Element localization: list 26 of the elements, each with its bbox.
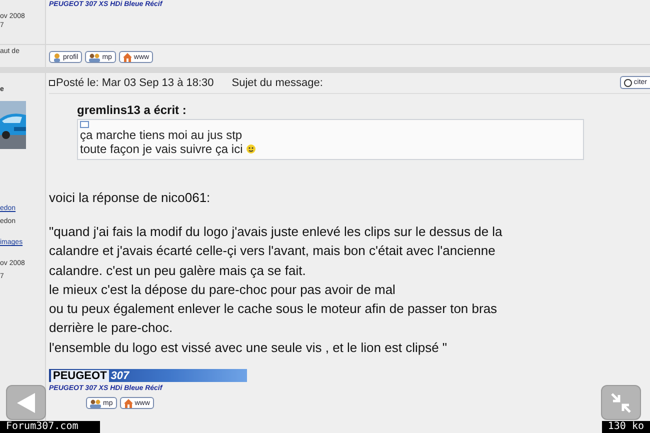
shrink-icon xyxy=(610,392,632,414)
message-text: derrière le pare-choc. xyxy=(49,319,174,338)
signature-banner: PEUGEOT 307 xyxy=(49,369,247,382)
message-text: "quand j'ai fais la modif du logo j'avais juste enlevé les clips sur le dessus de la xyxy=(49,223,504,241)
house-icon xyxy=(124,398,133,408)
post-date: Posté le: Mar 03 Sep 13 à 18:30 xyxy=(56,76,214,88)
message-text: calandre. c'est un peu galère mais ça se fait. xyxy=(49,262,307,280)
people-icon xyxy=(89,52,100,62)
page-size: 130 ko xyxy=(602,421,650,433)
quote-text: toute façon je vais suivre ça ici xyxy=(80,142,581,156)
people-icon xyxy=(90,398,101,408)
message-text: le mieux c'est la dépose du pare-choc pour pas avoir de mal xyxy=(49,280,396,299)
back-arrow-icon xyxy=(17,392,35,412)
house-icon xyxy=(122,52,132,62)
post-subject: Sujet du message: xyxy=(232,76,323,88)
message-text: l'ensemble du logo est vissé avec une seule vis , et le lion est clipsé " xyxy=(49,338,448,357)
site-name: Forum307.com xyxy=(0,421,100,433)
message-text: voici la réponse de nico061: xyxy=(49,190,212,205)
quote-text: ça marche tiens moi au jus stp xyxy=(80,128,244,142)
message-text: ou tu peux également enlever le cache sous le moteur afin de passer ton bras xyxy=(49,300,498,318)
person-icon xyxy=(53,52,61,62)
quote-author: gremlins13 a écrit : xyxy=(77,103,188,117)
post-icon xyxy=(49,80,55,86)
back-button[interactable] xyxy=(6,385,46,420)
shrink-button[interactable] xyxy=(601,385,641,420)
message-text: calandre et j'avais écarté celle-çi vers l'avant, mais bon c'était avec l'ancienne xyxy=(49,242,496,260)
